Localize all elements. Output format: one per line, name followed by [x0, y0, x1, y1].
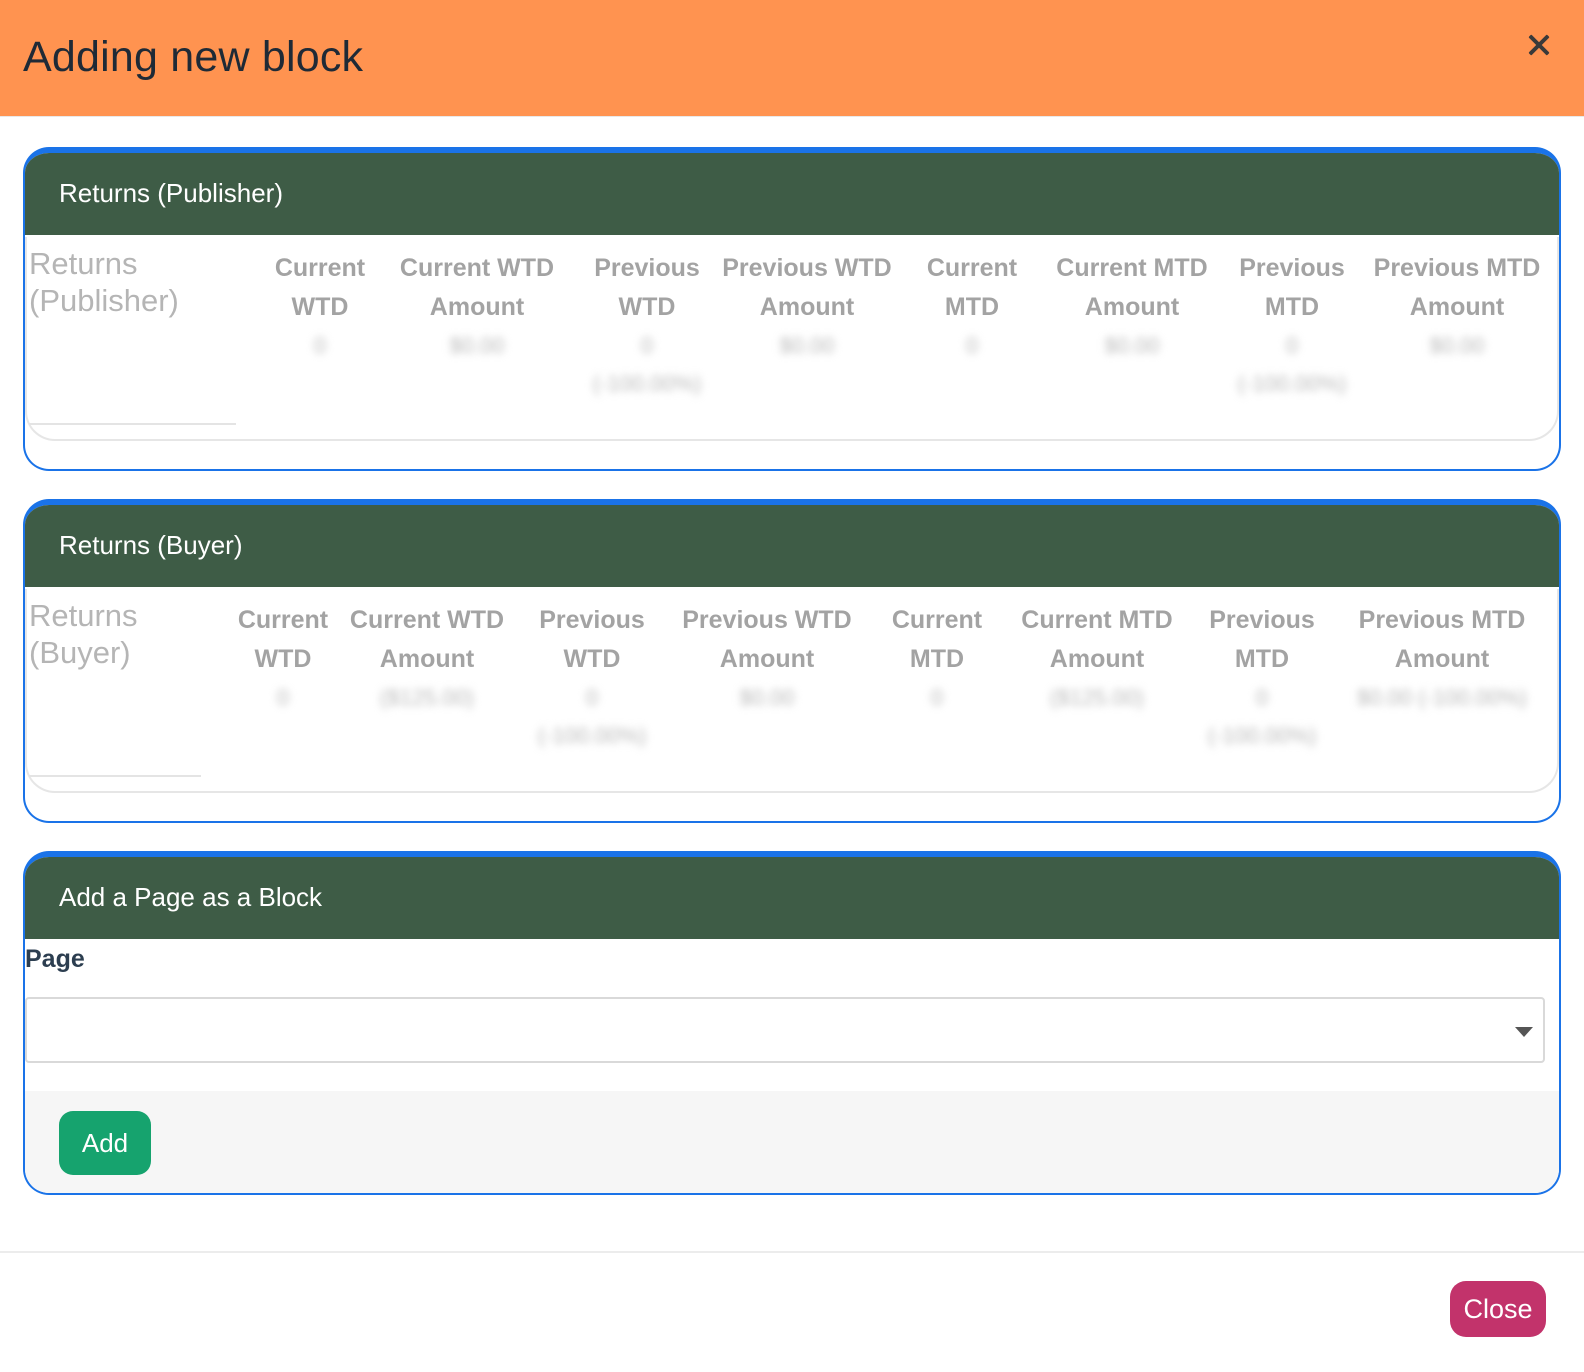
stats-table: Returns (Publisher) Current WTD 0 Current…: [25, 237, 1559, 441]
page-select[interactable]: [25, 997, 1545, 1063]
card-heading: Returns (Buyer): [25, 505, 1559, 587]
row-title: Returns (Publisher): [29, 246, 179, 318]
returns-buyer-card: Returns (Buyer) Returns (Buyer) Current W…: [23, 499, 1561, 823]
col-previous-wtd: Previous WTD 0 (-100.00%): [592, 254, 702, 396]
footer-divider: [0, 1251, 1584, 1253]
table-row: Returns (Buyer) Current WTD 0 Current WTD…: [27, 595, 1557, 785]
table-row: Returns (Publisher) Current WTD 0 Current…: [27, 243, 1557, 433]
returns-publisher-card: Returns (Publisher) Returns (Publisher) …: [23, 147, 1561, 471]
col-previous-wtd-amount: Previous WTD Amount $0.00: [722, 254, 892, 358]
add-button[interactable]: Add: [59, 1111, 151, 1175]
modal-title: Adding new block: [23, 33, 364, 81]
chevron-down-icon: [1515, 1027, 1533, 1037]
row-title: Returns (Buyer): [29, 598, 138, 670]
col-current-wtd-amount: Current WTD Amount ($125.00): [349, 606, 505, 710]
divider: [29, 423, 236, 425]
card-heading: Returns (Publisher): [25, 153, 1559, 235]
page-label: Page: [25, 945, 85, 973]
modal-header: Adding new block: [0, 0, 1584, 117]
col-current-mtd: Current MTD 0: [926, 254, 1018, 358]
col-current-mtd-amount: Current MTD Amount ($125.00): [1021, 606, 1173, 710]
close-icon[interactable]: [1524, 30, 1554, 60]
col-previous-mtd: Previous MTD 0 (-100.00%): [1237, 254, 1347, 396]
col-current-wtd: Current WTD 0: [237, 606, 329, 710]
col-previous-wtd: Previous WTD 0 (-100.00%): [537, 606, 647, 748]
stats-table: Returns (Buyer) Current WTD 0 Current WTD…: [25, 589, 1559, 793]
divider: [29, 775, 201, 777]
col-previous-mtd-amount: Previous MTD Amount $0.00: [1373, 254, 1541, 358]
add-page-block-card: Add a Page as a Block Page Add: [23, 851, 1561, 1195]
col-previous-mtd-amount: Previous MTD Amount $0.00 (-100.00%): [1357, 606, 1527, 710]
card-footer: Add: [25, 1091, 1559, 1193]
col-previous-wtd-amount: Previous WTD Amount $0.00: [682, 606, 852, 710]
col-current-mtd-amount: Current MTD Amount $0.00: [1056, 254, 1208, 358]
card-heading: Add a Page as a Block: [25, 857, 1559, 939]
col-previous-mtd: Previous MTD 0 (-100.00%): [1207, 606, 1317, 748]
col-current-wtd: Current WTD 0: [274, 254, 366, 358]
close-button[interactable]: Close: [1450, 1281, 1546, 1337]
col-current-mtd: Current MTD 0: [891, 606, 983, 710]
col-current-wtd-amount: Current WTD Amount $0.00: [399, 254, 555, 358]
